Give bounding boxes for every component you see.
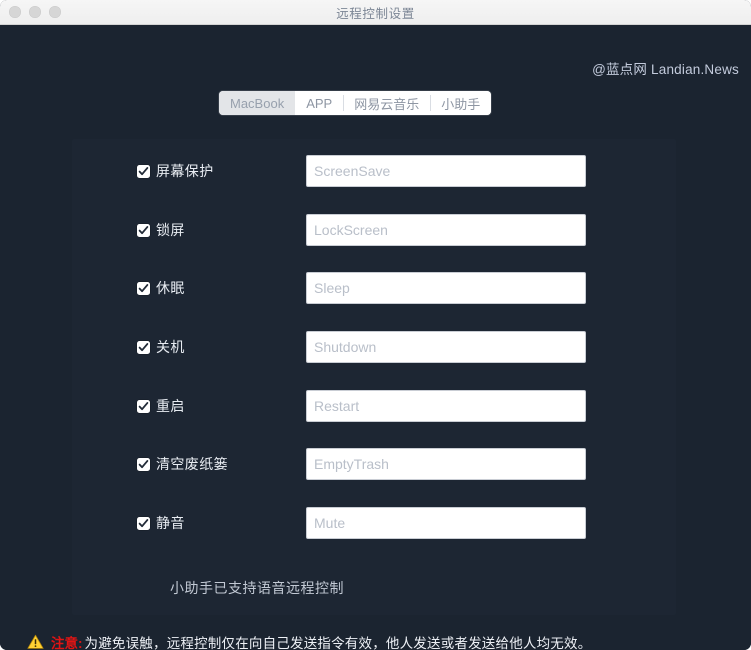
input-shutdown[interactable]: Shutdown	[306, 331, 586, 363]
remote-control-settings-window: 远程控制设置 @蓝点网 Landian.News MacBook APP 网易云…	[0, 0, 751, 650]
warning-bar: 注意: 为避免误触，远程控制仅在向自己发送指令有效，他人发送或者发送给他人均无效…	[0, 626, 751, 650]
checkbox-mute[interactable]: 静音	[137, 513, 185, 533]
window-body: @蓝点网 Landian.News MacBook APP 网易云音乐 小助手 …	[0, 25, 751, 650]
tab-netease-music[interactable]: 网易云音乐	[343, 91, 431, 115]
close-button[interactable]	[9, 6, 21, 18]
checkbox-label: 重启	[156, 398, 185, 414]
table-row: 重启 Restart	[0, 389, 751, 423]
warning-triangle-icon	[27, 634, 44, 649]
tab-assistant[interactable]: 小助手	[430, 91, 492, 115]
input-mute[interactable]: Mute	[306, 507, 586, 539]
settings-panel	[72, 139, 676, 615]
table-row: 关机 Shutdown	[0, 330, 751, 364]
warning-label: 注意:	[51, 636, 83, 650]
watermark-label: @蓝点网 Landian.News	[592, 62, 739, 77]
window-controls	[9, 6, 61, 18]
table-row: 锁屏 LockScreen	[0, 213, 751, 247]
checkbox-icon[interactable]	[137, 223, 150, 237]
checkbox-restart[interactable]: 重启	[137, 396, 185, 416]
input-restart[interactable]: Restart	[306, 390, 586, 422]
assistant-voice-note: 小助手已支持语音远程控制	[170, 580, 344, 596]
checkbox-icon[interactable]	[137, 516, 150, 530]
checkbox-label: 屏幕保护	[156, 163, 214, 179]
checkbox-lockscreen[interactable]: 锁屏	[137, 220, 185, 240]
minimize-button[interactable]	[29, 6, 41, 18]
warning-message: 为避免误触，远程控制仅在向自己发送指令有效，他人发送或者发送给他人均无效。	[84, 636, 592, 650]
tab-bar: MacBook APP 网易云音乐 小助手	[219, 91, 492, 115]
checkbox-shutdown[interactable]: 关机	[137, 337, 185, 357]
window-title: 远程控制设置	[336, 6, 415, 21]
tab-app[interactable]: APP	[295, 91, 344, 115]
checkbox-emptytrash[interactable]: 清空废纸篓	[137, 454, 228, 474]
checkbox-label: 休眠	[156, 280, 185, 296]
checkbox-icon[interactable]	[137, 399, 150, 413]
checkbox-icon[interactable]	[137, 340, 150, 354]
checkbox-label: 关机	[156, 339, 185, 355]
input-lockscreen[interactable]: LockScreen	[306, 214, 586, 246]
input-screensave[interactable]: ScreenSave	[306, 155, 586, 187]
table-row: 屏幕保护 ScreenSave	[0, 154, 751, 188]
checkbox-icon[interactable]	[137, 281, 150, 295]
zoom-button[interactable]	[49, 6, 61, 18]
table-row: 静音 Mute	[0, 506, 751, 540]
input-sleep[interactable]: Sleep	[306, 272, 586, 304]
checkbox-label: 锁屏	[156, 222, 185, 238]
input-emptytrash[interactable]: EmptyTrash	[306, 448, 586, 480]
checkbox-screensave[interactable]: 屏幕保护	[137, 161, 214, 181]
table-row: 清空废纸篓 EmptyTrash	[0, 447, 751, 481]
checkbox-sleep[interactable]: 休眠	[137, 278, 185, 298]
checkbox-icon[interactable]	[137, 164, 150, 178]
tab-macbook[interactable]: MacBook	[219, 91, 296, 115]
checkbox-label: 静音	[156, 515, 185, 531]
checkbox-icon[interactable]	[137, 457, 150, 471]
table-row: 休眠 Sleep	[0, 271, 751, 305]
title-bar: 远程控制设置	[0, 0, 751, 25]
checkbox-label: 清空废纸篓	[156, 456, 228, 472]
